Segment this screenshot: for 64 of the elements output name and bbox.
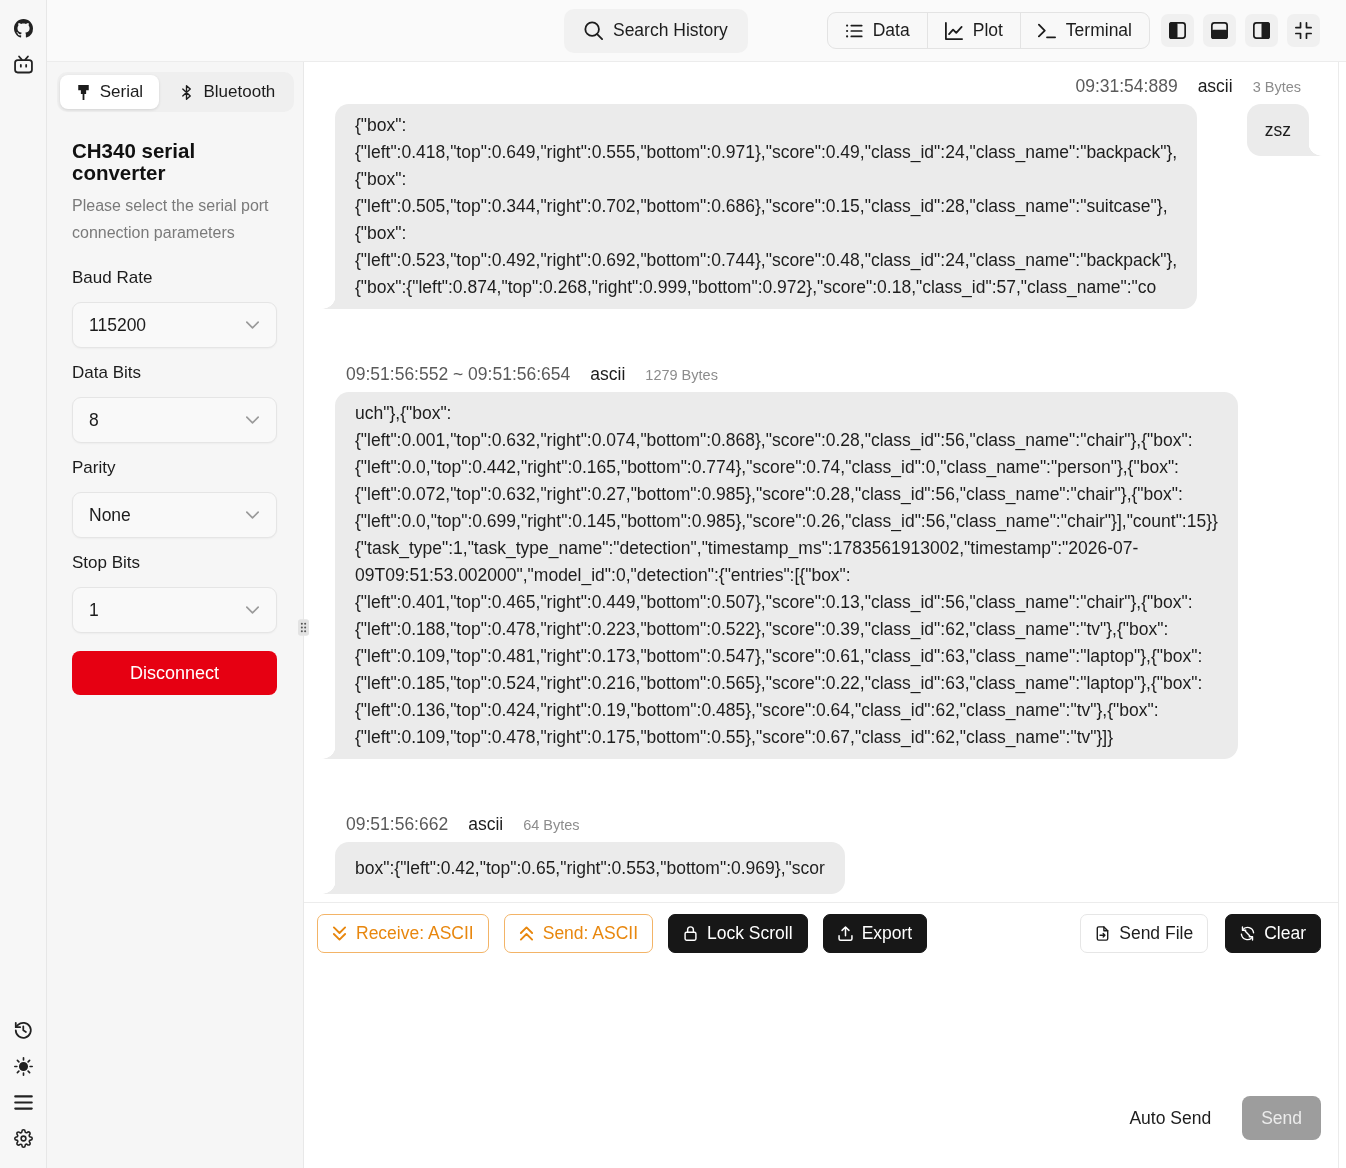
send-file-button[interactable]: Send File bbox=[1080, 914, 1209, 953]
panel-bottom-icon bbox=[1211, 22, 1228, 39]
refresh-icon bbox=[1240, 926, 1256, 941]
chevron-down-icon bbox=[246, 416, 259, 424]
byte-count: 64 Bytes bbox=[523, 816, 580, 835]
message-bubble: box":{"left":0.42,"top":0.65,"right":0.553,"bottom":0.969},"scor bbox=[322, 842, 845, 894]
sun-icon[interactable] bbox=[13, 1057, 33, 1076]
sidebar-right-icon bbox=[1253, 22, 1270, 39]
terminal-icon bbox=[1037, 21, 1056, 40]
field-label: Stop Bits bbox=[72, 552, 142, 574]
right-panel-toggle[interactable] bbox=[1245, 14, 1278, 47]
history-icon[interactable] bbox=[13, 1021, 33, 1040]
exit-fullscreen-button[interactable] bbox=[1287, 14, 1320, 47]
dropdown-field[interactable]: 115200 bbox=[72, 302, 277, 348]
message-encoding: ascii bbox=[1197, 75, 1233, 98]
view-button[interactable]: Data bbox=[827, 13, 927, 48]
connection-tab[interactable]: Bluetooth bbox=[163, 75, 291, 109]
drag-handle-icon[interactable] bbox=[298, 619, 309, 636]
double-chevron-up-icon bbox=[518, 926, 534, 941]
chevron-down-icon bbox=[246, 321, 259, 329]
message-encoding: ascii bbox=[590, 363, 626, 386]
field-label: Baud Rate bbox=[72, 267, 154, 289]
line-chart-icon bbox=[944, 21, 963, 40]
field-label: Data Bits bbox=[72, 362, 142, 384]
auto-send-label[interactable]: Auto Send bbox=[1129, 1096, 1212, 1140]
message-time: 09:51:56:552 ~ 09:51:56:654 bbox=[346, 363, 571, 386]
view-button[interactable]: Terminal bbox=[1019, 13, 1149, 48]
left-panel-toggle[interactable] bbox=[1161, 14, 1194, 47]
search-icon bbox=[583, 21, 603, 40]
disconnect-button[interactable]: Disconnect bbox=[72, 651, 277, 695]
message-bubble: zsz bbox=[1246, 104, 1322, 156]
settings-icon[interactable] bbox=[13, 1129, 33, 1148]
lock-scroll-button[interactable]: Lock Scroll bbox=[668, 914, 808, 953]
dropdown-field[interactable]: 1 bbox=[72, 587, 277, 633]
search-button[interactable]: Search History bbox=[563, 8, 748, 53]
message-time: 09:31:54:889 bbox=[1075, 75, 1178, 98]
upload-icon bbox=[837, 926, 853, 941]
double-chevron-down-icon bbox=[332, 926, 347, 941]
plug-icon bbox=[75, 84, 91, 100]
field-label: Parity bbox=[72, 457, 117, 479]
exit-fullscreen-icon bbox=[1295, 22, 1312, 39]
view-button[interactable]: Plot bbox=[926, 13, 1020, 48]
lock-icon bbox=[683, 926, 699, 941]
connection-tab[interactable]: Serial bbox=[60, 75, 159, 109]
byte-count: 1279 Bytes bbox=[645, 366, 718, 385]
chevron-down-icon bbox=[246, 511, 259, 519]
panel-description: Please select the serial port connection parameters bbox=[72, 196, 270, 243]
message-bubble: {"box": {"left":0.418,"top":0.649,"right":0.555,"bottom":0.971},"score":0.49,"class_id":24,"class_name":"backpack"}, {"box": {"left":0.505,"top":0.344,"right":0.702,"bottom":0.686},"score":0.15,"class_id":28,"class_name":"suitcase"}, {"box": {"left":0.523,"top":0.492,"right":0.692,"bottom":0.744},"score":0.48,"class_id":24,"class_name":"backpack"}, {"box":{"left":0.874,"top":0.268,"right":0.999,"bottom":0.972},"score":0.18,"class_id":57,"class_name":"co bbox=[322, 104, 1198, 309]
export-button[interactable]: Export bbox=[822, 914, 928, 953]
message-encoding: ascii bbox=[468, 813, 504, 836]
dropdown-field[interactable]: 8 bbox=[72, 397, 277, 443]
panel-title: CH340 serial converter bbox=[72, 140, 197, 184]
menu-icon[interactable] bbox=[13, 1093, 33, 1112]
message-bubble: uch"},{"box": {"left":0.001,"top":0.632,"right":0.074,"bottom":0.868},"score":0.28,"class_id":56,"class_name":"chair"},{"box": {"left":0.0,"top":0.442,"right":0.165,"bottom":0.774},"score":0.74,"class_id":0,"class_name":"person"},{"box": {"left":0.072,"top":0.632,"right":0.27,"bottom":0.985},"score":0.28,"class_id":56,"class_name":"chair"},{"box": {"left":0.0,"top":0.699,"right":0.145,"bottom":0.985},"score":0.26,"class_id":56,"class_name":"chair"}],"count":15}} {"task_type":1,"task_type_name":"detection","timestamp_ms":1783561913002,"timestamp":"2026-07- 09T09:51:53.002000","model_id":0,"detection":{"entries":[{"box": {"left":0.401,"top":0.465,"right":0.449,"bottom":0.507},"score":0.13,"class_id":56,"class_name":"chair"},{"box": {"left":0.188,"top":0.478,"right":0.223,"bottom":0.522},"score":0.39,"class_id":62,"class_name":"tv"},{"box": {"left":0.109,"top":0.481,"right":0.173,"bottom":0.547},"score":0.61,"class_id":63,"class_name":"laptop"},{"box": {"left":0.185,"top":0.524,"right":0.216,"bottom":0.565},"score":0.22,"class_id":63,"class_name":"laptop"},{"box": {"left":0.136,"top":0.424,"right":0.19,"bottom":0.485},"score":0.64,"class_id":62,"class_name":"tv"},{"box": {"left":0.109,"top":0.478,"right":0.175,"bottom":0.55},"score":0.67,"class_id":62,"class_name":"tv"}]} bbox=[322, 392, 1238, 759]
bottom-panel-toggle[interactable] bbox=[1203, 14, 1236, 47]
github-icon[interactable] bbox=[13, 19, 33, 38]
clear-button[interactable]: Clear bbox=[1225, 914, 1321, 953]
chevron-down-icon bbox=[246, 606, 259, 614]
byte-count: 3 Bytes bbox=[1252, 78, 1301, 97]
file-arrow-icon bbox=[1095, 926, 1111, 941]
dropdown-field[interactable]: None bbox=[72, 492, 277, 538]
sidebar-left-icon bbox=[1169, 22, 1186, 39]
tv-icon[interactable] bbox=[13, 55, 33, 74]
message-time: 09:51:56:662 bbox=[346, 813, 449, 836]
